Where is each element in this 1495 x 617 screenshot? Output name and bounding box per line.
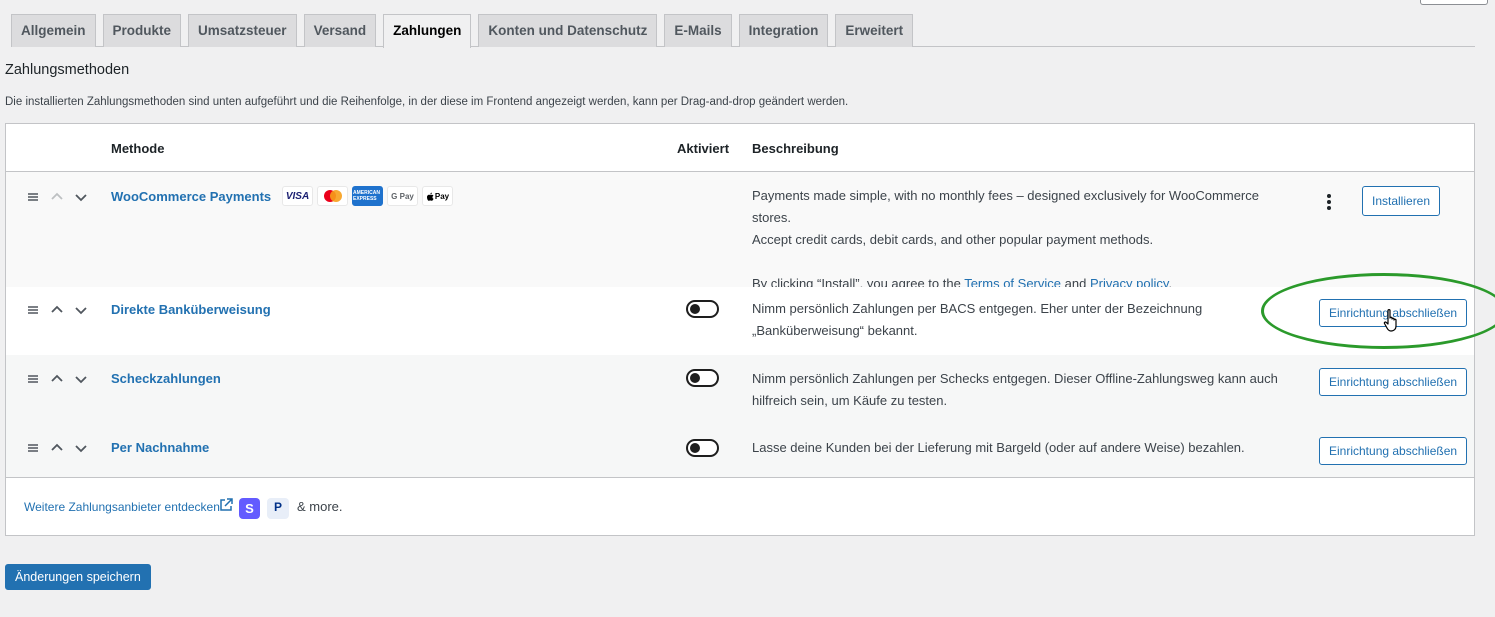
header-description: Beschreibung [752, 141, 839, 156]
tab-umsatzsteuer[interactable]: Umsatzsteuer [188, 14, 297, 47]
row-controls [26, 441, 88, 455]
row-controls [26, 303, 88, 317]
row-controls [26, 190, 88, 204]
complete-setup-button[interactable]: Einrichtung abschließen [1319, 368, 1468, 396]
method-name-woocommerce-payments[interactable]: WooCommerce Payments [111, 189, 271, 204]
chevron-up-icon[interactable] [50, 372, 64, 386]
method-description: Lasse deine Kunden bei der Lieferung mit… [752, 440, 1245, 455]
tab-allgemein[interactable]: Allgemein [11, 14, 96, 47]
stripe-logo-icon: S [239, 498, 260, 519]
card-logos: VISA AMERICAN EXPRESS G Pay Pay [282, 186, 453, 206]
enable-toggle[interactable] [686, 300, 719, 318]
chevron-up-icon[interactable] [50, 303, 64, 317]
save-changes-button[interactable]: Änderungen speichern [5, 564, 151, 590]
description-line-2: Accept credit cards, debit cards, and ot… [752, 232, 1154, 247]
table-row: WooCommerce Payments VISA AMERICAN EXPRE… [6, 172, 1474, 291]
enable-toggle[interactable] [686, 369, 719, 387]
row-controls [26, 372, 88, 386]
description-line-1: Payments made simple, with no monthly fe… [752, 188, 1259, 225]
mastercard-icon [317, 186, 348, 206]
external-link-icon[interactable] [219, 498, 233, 512]
install-button[interactable]: Installieren [1362, 186, 1441, 216]
paypal-logo-icon: P [267, 498, 289, 519]
table-row: Scheckzahlungen Nimm persönlich Zahlunge… [6, 355, 1474, 424]
drag-handle-icon[interactable] [26, 441, 40, 455]
method-description: Nimm persönlich Zahlungen per Schecks en… [752, 371, 1278, 408]
drag-handle-icon[interactable] [26, 190, 40, 204]
top-right-control[interactable] [1420, 0, 1488, 5]
method-name-direkte-bankueberweisung[interactable]: Direkte Banküberweisung [111, 302, 271, 317]
settings-tabs: Allgemein Produkte Umsatzsteuer Versand … [11, 14, 1475, 48]
google-pay-icon: G Pay [387, 186, 418, 206]
table-row: Per Nachnahme Lasse deine Kunden bei der… [6, 424, 1474, 477]
tab-zahlungen[interactable]: Zahlungen [383, 14, 472, 48]
complete-setup-button[interactable]: Einrichtung abschließen [1319, 299, 1468, 327]
apple-pay-label: Pay [434, 191, 450, 201]
page-title: Zahlungsmethoden [5, 62, 130, 78]
tab-e-mails[interactable]: E-Mails [664, 14, 732, 47]
method-description: Nimm persönlich Zahlungen per BACS entge… [752, 301, 1203, 338]
apple-pay-icon: Pay [422, 186, 453, 206]
kebab-menu-icon[interactable] [1322, 193, 1336, 211]
tab-erweitert[interactable]: Erweitert [835, 14, 914, 47]
amex-icon: AMERICAN EXPRESS [352, 186, 383, 206]
chevron-down-icon[interactable] [74, 303, 88, 317]
tab-versand[interactable]: Versand [303, 14, 377, 47]
table-footer: Weitere Zahlungsanbieter entdecken S P &… [6, 477, 1474, 535]
tab-konten-datenschutz[interactable]: Konten und Datenschutz [478, 14, 658, 47]
intro-text: Die installierten Zahlungsmethoden sind … [5, 96, 849, 108]
header-method: Methode [111, 141, 165, 156]
method-description: Payments made simple, with no monthly fe… [752, 185, 1297, 295]
enable-toggle[interactable] [686, 439, 719, 457]
payment-methods-table: Methode Aktiviert Beschreibung WooCommer… [5, 123, 1475, 536]
chevron-up-icon[interactable] [50, 441, 64, 455]
drag-handle-icon[interactable] [26, 372, 40, 386]
chevron-down-icon[interactable] [74, 190, 88, 204]
chevron-up-icon[interactable] [50, 190, 64, 204]
visa-icon: VISA [282, 186, 313, 206]
complete-setup-button[interactable]: Einrichtung abschließen [1319, 437, 1468, 465]
drag-handle-icon[interactable] [26, 303, 40, 317]
header-enabled: Aktiviert [677, 141, 730, 156]
more-text: & more. [297, 499, 343, 514]
table-header: Methode Aktiviert Beschreibung [6, 124, 1474, 172]
table-row: Direkte Banküberweisung Nimm persönlich … [6, 287, 1474, 355]
method-name-scheckzahlungen[interactable]: Scheckzahlungen [111, 371, 221, 386]
tab-produkte[interactable]: Produkte [102, 14, 182, 47]
tab-integration[interactable]: Integration [738, 14, 829, 47]
chevron-down-icon[interactable] [74, 441, 88, 455]
chevron-down-icon[interactable] [74, 372, 88, 386]
discover-providers-link[interactable]: Weitere Zahlungsanbieter entdecken [24, 500, 220, 514]
method-name-per-nachnahme[interactable]: Per Nachnahme [111, 440, 209, 455]
